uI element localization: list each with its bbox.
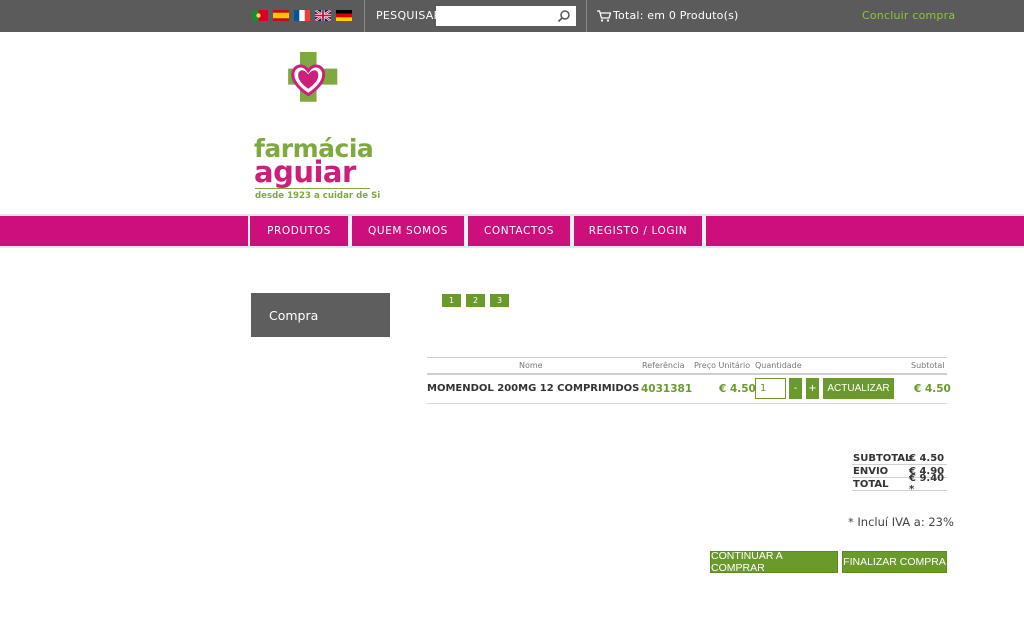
step-3[interactable]: 3 xyxy=(490,294,509,307)
totals-row-subtotal: SUBTOTAL € 4.50 xyxy=(852,452,947,465)
update-button[interactable]: ACTUALIZAR xyxy=(823,378,894,399)
finalize-purchase-button[interactable]: FINALIZAR COMPRA xyxy=(842,551,947,573)
column-header-reference: Referência xyxy=(642,361,685,370)
pharmacy-logo-icon[interactable] xyxy=(254,52,372,142)
table-border-top xyxy=(427,357,947,358)
logo-text-aguiar: aguiar xyxy=(254,155,356,189)
logo-tagline: desde 1923 a cuidar de Si xyxy=(255,191,381,201)
language-selector xyxy=(252,10,352,21)
checkout-link[interactable]: Concluir compra xyxy=(862,9,955,22)
flag-uk-icon[interactable] xyxy=(315,10,331,21)
table-border-bottom xyxy=(427,403,947,404)
table-header-divider xyxy=(427,373,947,375)
nav-item-registo-login[interactable]: REGISTO / LOGIN xyxy=(572,216,704,246)
sidebar-title-compra: Compra xyxy=(251,293,390,337)
iva-note: * Incluí IVA a: 23% xyxy=(848,515,954,529)
top-bar: PESQUISAR Total: em 0 Produto(s) Conclui… xyxy=(0,0,1024,32)
quantity-increase-button[interactable]: + xyxy=(806,378,819,399)
divider xyxy=(586,0,587,32)
column-header-subtotal: Subtotal xyxy=(911,361,945,370)
flag-spain-icon[interactable] xyxy=(273,10,289,21)
totals-value: € 4.50 xyxy=(909,452,945,464)
search-input[interactable] xyxy=(436,6,576,26)
quantity-input[interactable] xyxy=(755,378,786,399)
totals-label: TOTAL xyxy=(853,478,889,490)
divider xyxy=(364,0,365,32)
totals-value: € 9.40 * xyxy=(909,473,945,495)
column-header-name: Nome xyxy=(519,361,543,370)
product-name[interactable]: MOMENDOL 200MG 12 COMPRIMIDOS xyxy=(427,383,639,394)
totals-label: ENVIO xyxy=(853,465,889,477)
nav-filler xyxy=(704,216,1024,246)
cart-icon[interactable] xyxy=(597,10,611,22)
cart-total[interactable]: Total: em 0 Produto(s) xyxy=(613,9,739,22)
product-reference: 4031381 xyxy=(641,383,693,395)
product-unit-price: € 4.50 xyxy=(719,383,756,395)
nav-item-quem-somos[interactable]: QUEM SOMOS xyxy=(350,216,466,246)
quantity-decrease-button[interactable]: - xyxy=(789,378,802,399)
totals-row-total: TOTAL € 9.40 * xyxy=(852,473,947,495)
continue-shopping-button[interactable]: CONTINUAR A COMPRAR xyxy=(710,550,838,574)
logo-underline xyxy=(255,188,370,189)
totals-label: SUBTOTAL xyxy=(853,452,912,464)
flag-germany-icon[interactable] xyxy=(336,10,352,21)
flag-france-icon[interactable] xyxy=(294,10,310,21)
nav-item-produtos[interactable]: PRODUTOS xyxy=(248,216,350,246)
row-subtotal: € 4.50 xyxy=(914,383,951,395)
totals-summary: SUBTOTAL € 4.50 ENVIO € 4.90 TOTAL € 9.4… xyxy=(852,452,947,495)
nav-item-contactos[interactable]: CONTACTOS xyxy=(466,216,572,246)
flag-portugal-icon[interactable] xyxy=(252,10,268,21)
column-header-quantity: Quantidade xyxy=(755,361,802,370)
column-header-unit-price: Preço Unitário xyxy=(694,361,751,370)
search-label: PESQUISAR xyxy=(376,9,442,22)
search-icon[interactable] xyxy=(557,9,571,23)
step-1[interactable]: 1 xyxy=(442,294,461,307)
checkout-steps: 1 2 3 xyxy=(442,294,509,307)
step-2[interactable]: 2 xyxy=(466,294,485,307)
